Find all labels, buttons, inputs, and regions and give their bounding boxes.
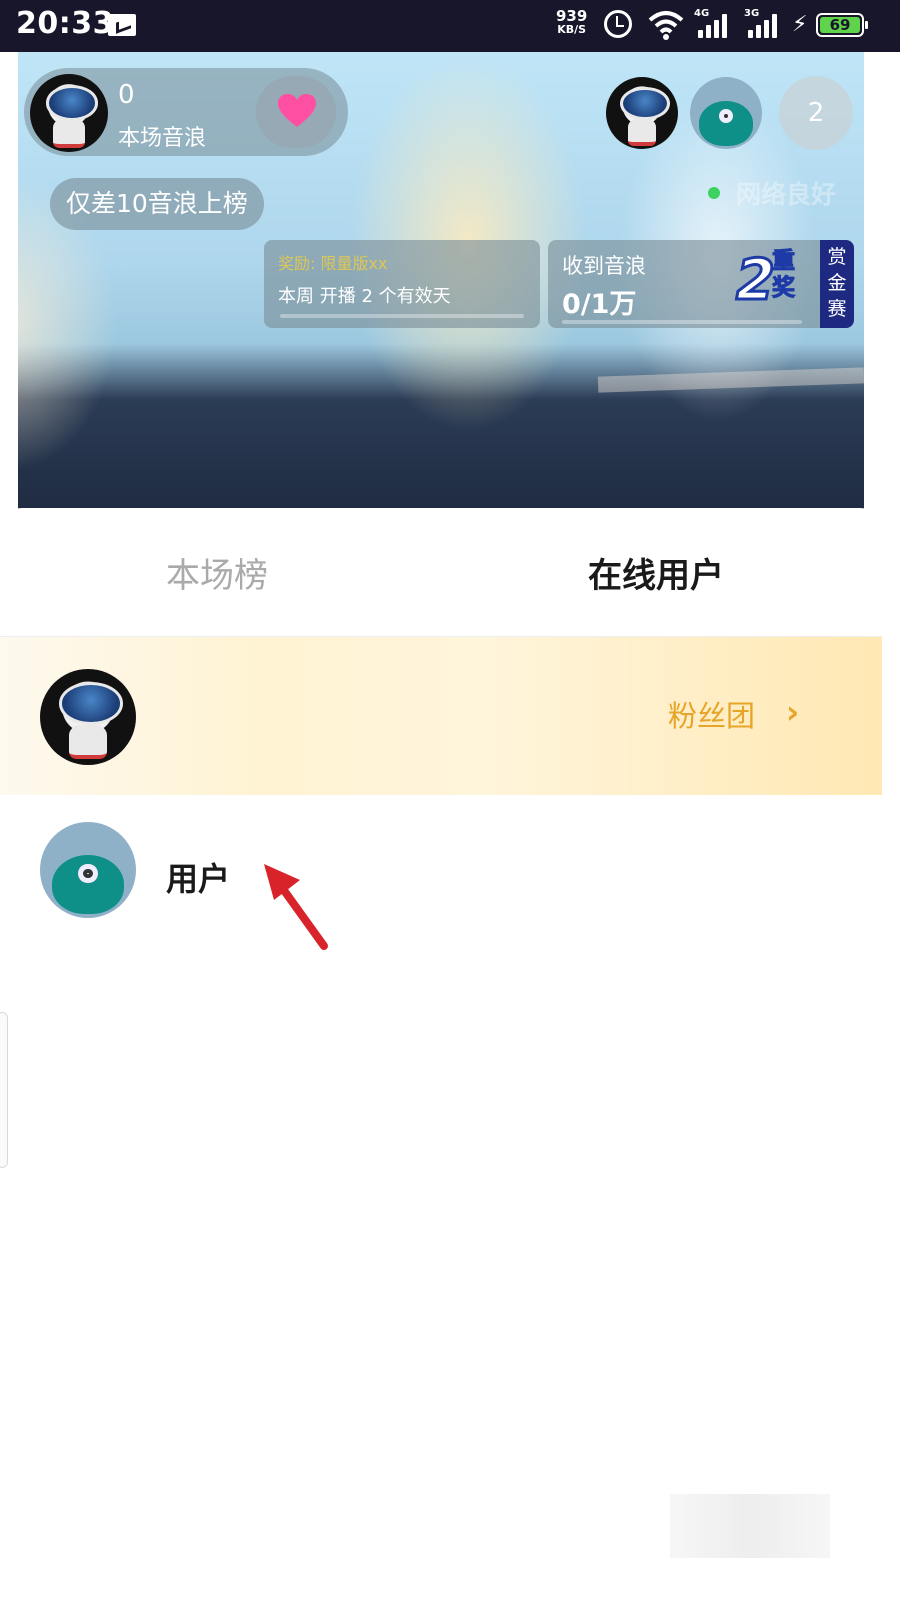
viewer-avatar[interactable] — [606, 77, 678, 149]
viewer-avatar[interactable] — [690, 77, 762, 149]
battery-level: 69 — [820, 17, 860, 33]
mail-icon — [108, 14, 136, 36]
tab-online-users[interactable]: 在线用户 — [588, 548, 724, 597]
watermark-area — [670, 1494, 830, 1558]
heart-icon — [278, 94, 316, 127]
wave-card-label: 收到音浪 — [562, 254, 646, 278]
task-progress-bar — [280, 314, 524, 318]
signal-icon: 4G — [694, 8, 734, 38]
task-description: 本周 开播 2 个有效天 — [278, 286, 451, 307]
tab-session-rank[interactable]: 本场榜 — [166, 548, 268, 597]
network-status-text: 网络良好 — [736, 180, 837, 209]
wave-card[interactable]: 收到音浪 0/1万 2 重奖 赏金赛 — [548, 240, 854, 328]
fan-club-row[interactable]: 粉丝团 › — [0, 637, 882, 795]
host-avatar[interactable] — [30, 74, 108, 152]
network-speed: 939 KB/S — [556, 9, 587, 37]
status-bar: 20:33 939 KB/S 4G 3G ⚡ 69 — [0, 0, 900, 52]
user-name[interactable]: 用户 — [166, 854, 230, 900]
status-time: 20:33 — [16, 6, 114, 41]
arrow-annotation — [264, 864, 328, 950]
host-wave-label: 本场音浪 — [118, 126, 207, 151]
wifi-icon — [648, 11, 684, 40]
task-card[interactable]: 奖励: 限量版xx 本周 开播 2 个有效天 — [264, 240, 540, 328]
wave-card-value: 0/1万 — [562, 289, 637, 320]
wave-progress-bar — [562, 320, 802, 324]
rank-tip[interactable]: 仅差10音浪上榜 — [50, 178, 264, 230]
host-avatar[interactable] — [40, 669, 136, 765]
list-item[interactable]: 用户 — [0, 808, 882, 928]
sim2-type: 3G — [744, 8, 760, 19]
host-wave-count: 0 — [118, 80, 135, 110]
signal-icon: 3G — [744, 8, 784, 38]
online-users-sheet: 本场榜 在线用户 粉丝团 › 用户 — [0, 508, 882, 1600]
double-reward-number: 2 — [735, 247, 777, 315]
double-reward-text: 重奖 — [772, 248, 796, 302]
charging-icon: ⚡ — [792, 12, 808, 37]
alarm-icon — [604, 10, 632, 38]
chevron-right-icon: › — [786, 693, 800, 731]
sim1-type: 4G — [694, 8, 710, 19]
network-speed-value: 939 — [556, 7, 588, 25]
viewer-count[interactable]: 2 — [779, 76, 853, 150]
bounty-tag: 赏金赛 — [820, 240, 854, 328]
user-avatar[interactable] — [40, 822, 136, 918]
network-speed-unit: KB/S — [557, 23, 587, 36]
like-button[interactable] — [256, 76, 336, 148]
fan-club-label: 粉丝团 — [668, 699, 756, 733]
side-handle[interactable] — [0, 1012, 8, 1168]
battery-icon: 69 — [816, 13, 868, 37]
task-reward: 奖励: 限量版xx — [278, 254, 388, 273]
network-dot-icon — [708, 187, 720, 199]
